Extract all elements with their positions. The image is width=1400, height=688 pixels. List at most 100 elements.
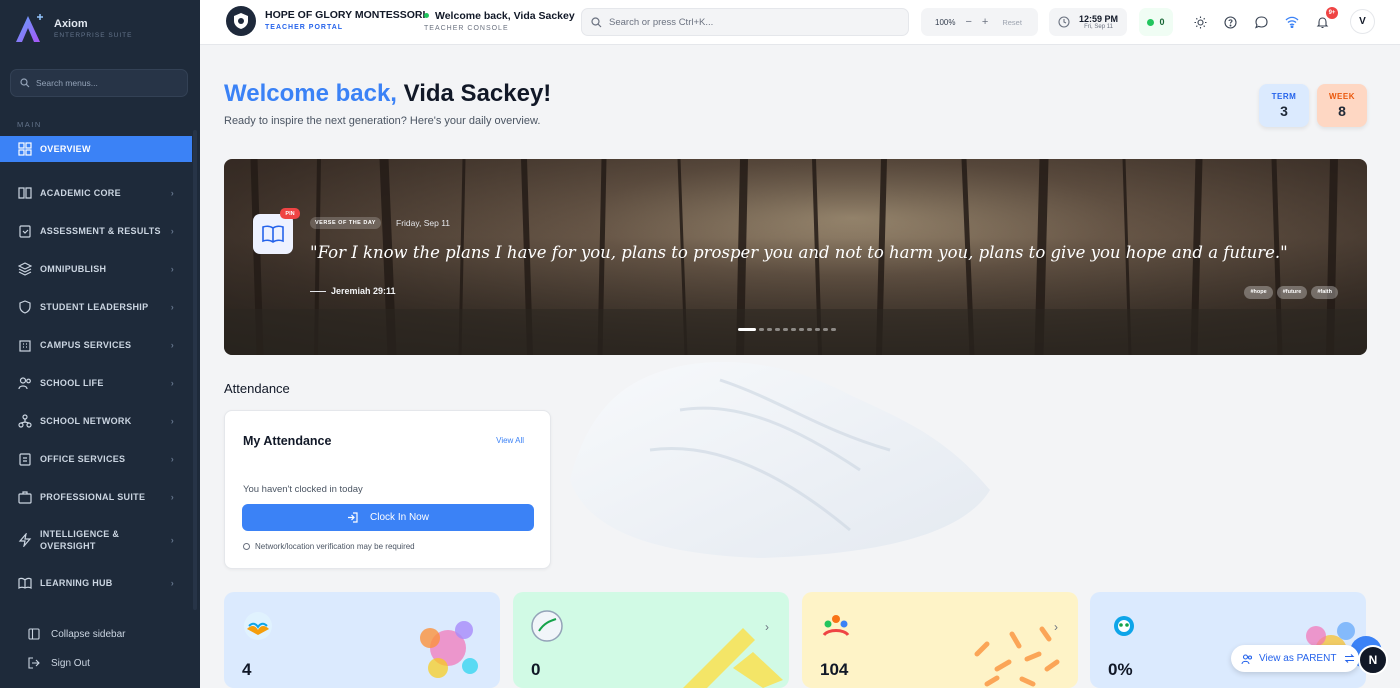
online-dot-icon <box>1147 18 1155 26</box>
view-as-parent-button[interactable]: View as PARENT <box>1231 645 1359 672</box>
sidebar-item-intelligence-oversight[interactable]: INTELLIGENCE & OVERSIGHT › <box>0 516 192 564</box>
greeting-text: Welcome back, <box>224 80 397 107</box>
open-book-emblem-icon <box>244 612 272 640</box>
stat-value: 0% <box>1108 660 1133 679</box>
messages-button[interactable] <box>1253 14 1269 30</box>
header-welcome: Welcome back, Vida Sackey <box>435 10 575 22</box>
carousel-dots <box>738 328 836 331</box>
hashtag[interactable]: #faith <box>1311 286 1338 299</box>
chevron-right-icon: › <box>170 378 174 388</box>
user-avatar[interactable]: V <box>1350 9 1375 34</box>
global-search-input[interactable]: Search or press Ctrl+K... <box>581 8 909 36</box>
carousel-dot[interactable] <box>783 328 788 331</box>
sidebar-item-student-leadership[interactable]: STUDENT LEADERSHIP › <box>0 288 192 326</box>
school-crest-icon <box>226 6 256 36</box>
hashtag[interactable]: #hope <box>1244 286 1273 299</box>
chevron-right-icon[interactable]: › <box>1054 620 1058 634</box>
zoom-out-button[interactable]: − <box>965 16 971 28</box>
clipboard-check-icon <box>18 452 32 466</box>
assistant-avatar-button[interactable]: N <box>1358 645 1388 675</box>
clock-widget[interactable]: 12:59 PM Fri, Sep 11 <box>1049 8 1127 36</box>
clipboard-icon <box>18 224 32 238</box>
sidebar-item-label: OMNIPUBLISH <box>40 264 107 274</box>
users-icon <box>1241 653 1253 664</box>
sidebar-search-input[interactable]: Search menus... <box>10 69 188 97</box>
sidebar-item-label: ACADEMIC CORE <box>40 188 121 198</box>
search-placeholder: Search or press Ctrl+K... <box>609 16 714 28</box>
sidebar-item-campus-services[interactable]: CAMPUS SERVICES › <box>0 326 192 364</box>
sidebar-scrollbar[interactable] <box>193 130 197 610</box>
stat-card[interactable]: 0% <box>1090 592 1366 688</box>
clock-time: 12:59 PM <box>1079 14 1119 24</box>
sidebar-item-professional-suite[interactable]: PROFESSIONAL SUITE › <box>0 478 192 516</box>
sidebar-item-academic-core[interactable]: ACADEMIC CORE › <box>0 174 192 212</box>
sidebar-item-school-network[interactable]: SCHOOL NETWORK › <box>0 402 192 440</box>
zoom-in-button[interactable]: + <box>982 16 988 28</box>
connection-status[interactable] <box>1284 14 1300 30</box>
zap-icon <box>18 533 32 547</box>
zoom-reset-button[interactable]: Reset <box>1002 18 1022 27</box>
sidebar: Axiom ENTERPRISE SUITE Search menus... M… <box>0 0 200 688</box>
nav-section-label: MAIN <box>17 120 42 129</box>
carousel-dot[interactable] <box>791 328 796 331</box>
login-icon <box>348 512 358 523</box>
carousel-dot[interactable] <box>738 328 756 331</box>
hashtag[interactable]: #future <box>1276 286 1308 299</box>
stat-value: 4 <box>242 660 252 679</box>
online-count: 0 <box>1159 17 1165 27</box>
week-label: WEEK <box>1329 92 1355 101</box>
help-button[interactable] <box>1222 14 1238 30</box>
sign-out-label: Sign Out <box>51 657 90 669</box>
brand[interactable]: Axiom ENTERPRISE SUITE <box>12 10 132 46</box>
sidebar-item-learning-hub[interactable]: LEARNING HUB › <box>0 564 192 602</box>
axiom-logo-icon <box>16 14 43 42</box>
sidebar-item-assessment[interactable]: ASSESSMENT & RESULTS › <box>0 212 192 250</box>
carousel-dot[interactable] <box>759 328 764 331</box>
sidebar-item-omnipublish[interactable]: OMNIPUBLISH › <box>0 250 192 288</box>
stat-card[interactable]: › 104 <box>802 592 1078 688</box>
carousel-dot[interactable] <box>807 328 812 331</box>
clock-icon <box>1058 16 1070 28</box>
search-icon <box>20 78 30 88</box>
collapse-sidebar-button[interactable]: Collapse sidebar <box>28 628 126 640</box>
week-value: 8 <box>1338 103 1346 119</box>
carousel-dot[interactable] <box>799 328 804 331</box>
page-title: Welcome back, Vida Sackey! <box>224 80 551 108</box>
shield-icon <box>18 300 32 314</box>
logout-icon <box>28 657 40 669</box>
clock-in-button[interactable]: Clock In Now <box>242 504 534 531</box>
users-icon <box>18 376 32 390</box>
carousel-dot[interactable] <box>831 328 836 331</box>
pin-badge[interactable]: PIN <box>280 208 300 219</box>
verse-date: Friday, Sep 11 <box>396 218 451 228</box>
attendance-section-title: Attendance <box>224 381 290 396</box>
stat-card[interactable]: › 0 <box>513 592 789 688</box>
sign-out-button[interactable]: Sign Out <box>28 657 90 669</box>
verse-tag: VERSE OF THE DAY <box>310 217 381 229</box>
book-open-icon <box>18 576 32 590</box>
carousel-dot[interactable] <box>775 328 780 331</box>
portal-label: TEACHER PORTAL <box>265 24 344 31</box>
sidebar-item-school-life[interactable]: SCHOOL LIFE › <box>0 364 192 402</box>
sidebar-item-overview[interactable]: OVERVIEW <box>0 136 192 162</box>
chevron-right-icon: › <box>170 416 174 426</box>
term-label: TERM <box>1271 92 1297 101</box>
online-users-badge[interactable]: 0 <box>1139 8 1173 36</box>
brand-subtitle: ENTERPRISE SUITE <box>54 31 133 39</box>
carousel-dot[interactable] <box>815 328 820 331</box>
carousel-dot[interactable] <box>767 328 772 331</box>
sidebar-item-office-services[interactable]: OFFICE SERVICES › <box>0 440 192 478</box>
chat-icon <box>1254 15 1268 28</box>
theme-toggle-button[interactable] <box>1192 14 1208 30</box>
verse-of-the-day-banner[interactable]: PIN VERSE OF THE DAY Friday, Sep 11 "For… <box>224 159 1367 355</box>
stat-card[interactable]: 4 <box>224 592 500 688</box>
plant-emblem-icon <box>531 610 563 642</box>
chevron-right-icon: › <box>170 535 174 545</box>
school-name: HOPE OF GLORY MONTESSORI <box>265 9 426 21</box>
zoom-control: 100% − + Reset <box>921 8 1038 36</box>
chevron-right-icon[interactable]: › <box>765 620 769 634</box>
decorative-cloth-image <box>570 361 990 558</box>
view-all-link[interactable]: View All <box>496 436 524 445</box>
term-value: 3 <box>1280 103 1288 119</box>
carousel-dot[interactable] <box>823 328 828 331</box>
